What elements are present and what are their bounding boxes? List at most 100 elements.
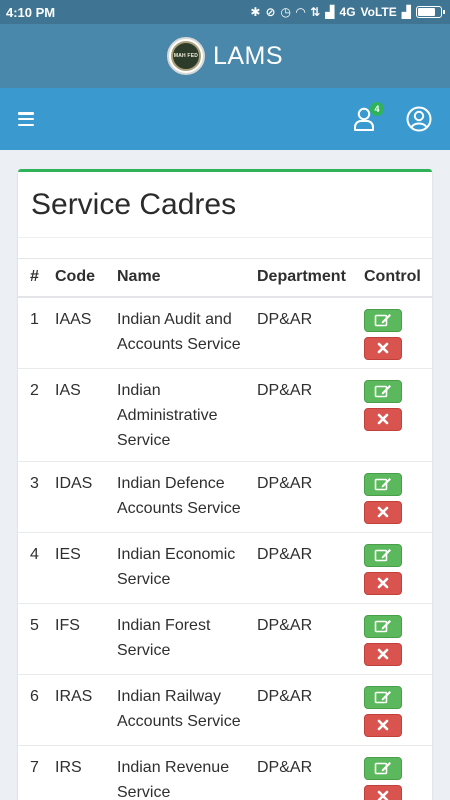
row-control bbox=[352, 674, 432, 745]
table-header-row: # Code Name Department Control bbox=[18, 258, 432, 297]
close-icon bbox=[377, 790, 389, 800]
row-department: DP&AR bbox=[257, 616, 313, 634]
edit-icon bbox=[374, 762, 391, 775]
row-number: 6 bbox=[30, 687, 39, 705]
column-header-department: Department bbox=[257, 268, 346, 286]
column-header-name: Name bbox=[117, 268, 161, 286]
row-name: Indian Defence Accounts Service bbox=[117, 474, 241, 517]
table-row: 7 IRS Indian Revenue Service DP&AR bbox=[18, 745, 432, 800]
service-cadres-card: Service Cadres # Code Name Department Co… bbox=[18, 169, 432, 800]
edit-icon bbox=[374, 620, 391, 633]
delete-button[interactable] bbox=[364, 784, 402, 800]
row-name: Indian Economic Service bbox=[117, 545, 236, 588]
bluetooth-icon: ✱ bbox=[250, 5, 261, 19]
row-code: IES bbox=[55, 545, 81, 563]
table-row: 1 IAAS Indian Audit and Accounts Service… bbox=[18, 297, 432, 368]
table-body: 1 IAAS Indian Audit and Accounts Service… bbox=[18, 297, 432, 800]
row-department: DP&AR bbox=[257, 310, 313, 328]
close-icon bbox=[377, 413, 389, 425]
edit-button[interactable] bbox=[364, 756, 402, 780]
row-name: Indian Railway Accounts Service bbox=[117, 687, 241, 730]
alarm-icon: ◷ bbox=[280, 5, 291, 19]
app-title: LAMS bbox=[212, 41, 284, 70]
row-code: IDAS bbox=[55, 474, 93, 492]
row-number: 7 bbox=[30, 758, 39, 776]
row-department: DP&AR bbox=[257, 758, 313, 776]
row-number: 2 bbox=[30, 381, 39, 399]
edit-button[interactable] bbox=[364, 379, 402, 403]
table-row: 5 IFS Indian Forest Service DP&AR bbox=[18, 603, 432, 674]
table-row: 3 IDAS Indian Defence Accounts Service D… bbox=[18, 461, 432, 532]
brand-header: MAH FED LAMS bbox=[0, 24, 450, 88]
column-header-code: Code bbox=[55, 268, 95, 286]
status-time: 4:10 PM bbox=[6, 4, 56, 20]
signal-icon: ▟ bbox=[325, 5, 335, 19]
table-row: 4 IES Indian Economic Service DP&AR bbox=[18, 532, 432, 603]
row-control bbox=[352, 368, 432, 461]
row-code: IAAS bbox=[55, 310, 92, 328]
row-control bbox=[352, 461, 432, 532]
delete-button[interactable] bbox=[364, 571, 402, 595]
row-code: IAS bbox=[55, 381, 81, 399]
page-title: Service Cadres bbox=[31, 188, 237, 221]
row-name: Indian Forest Service bbox=[117, 616, 211, 659]
profile-button[interactable] bbox=[406, 106, 432, 132]
card-header: Service Cadres bbox=[18, 172, 432, 238]
row-name: Indian Revenue Service bbox=[117, 758, 230, 800]
row-number: 4 bbox=[30, 545, 39, 563]
edit-button[interactable] bbox=[364, 614, 402, 638]
status-icons: ✱ ⊘ ◷ ◠ ⇅ ▟ 4G VoLTE ▟ bbox=[250, 5, 445, 19]
edit-button[interactable] bbox=[364, 308, 402, 332]
notifications-user-button[interactable]: 4 bbox=[352, 102, 384, 132]
delete-button[interactable] bbox=[364, 407, 402, 431]
table-row: 2 IAS Indian Administrative Service DP&A… bbox=[18, 368, 432, 461]
delete-button[interactable] bbox=[364, 713, 402, 737]
edit-icon bbox=[374, 478, 391, 491]
service-cadres-table: # Code Name Department Control 1 IAAS In… bbox=[18, 258, 432, 800]
edit-button[interactable] bbox=[364, 685, 402, 709]
data-arrows-icon: ⇅ bbox=[310, 5, 321, 19]
delete-button[interactable] bbox=[364, 336, 402, 360]
table-row: 6 IRAS Indian Railway Accounts Service D… bbox=[18, 674, 432, 745]
wifi-icon: ◠ bbox=[296, 5, 306, 19]
close-icon bbox=[377, 506, 389, 518]
edit-icon bbox=[374, 549, 391, 562]
row-control bbox=[352, 745, 432, 800]
signal-icon-2: ▟ bbox=[401, 5, 411, 19]
hamburger-icon[interactable] bbox=[18, 112, 34, 126]
row-number: 3 bbox=[30, 474, 39, 492]
column-header-num: # bbox=[30, 268, 39, 286]
edit-icon bbox=[374, 691, 391, 704]
row-department: DP&AR bbox=[257, 545, 313, 563]
network-type: 4G bbox=[339, 5, 356, 19]
row-department: DP&AR bbox=[257, 687, 313, 705]
row-code: IRS bbox=[55, 758, 82, 776]
row-code: IRAS bbox=[55, 687, 93, 705]
delete-button[interactable] bbox=[364, 500, 402, 524]
row-name: Indian Administrative Service bbox=[117, 381, 218, 449]
row-number: 5 bbox=[30, 616, 39, 634]
notification-badge: 4 bbox=[370, 102, 384, 116]
row-control bbox=[352, 603, 432, 674]
profile-circle-icon bbox=[406, 106, 432, 132]
edit-icon bbox=[374, 385, 391, 398]
battery-icon bbox=[416, 6, 445, 18]
logo-text: MAH FED bbox=[173, 53, 199, 59]
row-number: 1 bbox=[30, 310, 39, 328]
delete-button[interactable] bbox=[364, 642, 402, 666]
row-department: DP&AR bbox=[257, 474, 313, 492]
close-icon bbox=[377, 577, 389, 589]
edit-button[interactable] bbox=[364, 543, 402, 567]
close-icon bbox=[377, 648, 389, 660]
volte-label: VoLTE bbox=[360, 5, 397, 19]
edit-button[interactable] bbox=[364, 472, 402, 496]
column-header-control: Control bbox=[364, 268, 421, 286]
edit-icon bbox=[374, 314, 391, 327]
nav-bar: 4 bbox=[0, 88, 450, 150]
row-department: DP&AR bbox=[257, 381, 313, 399]
app-logo: MAH FED bbox=[166, 37, 205, 75]
row-code: IFS bbox=[55, 616, 80, 634]
close-icon bbox=[377, 719, 389, 731]
close-icon bbox=[377, 342, 389, 354]
row-control bbox=[352, 532, 432, 603]
